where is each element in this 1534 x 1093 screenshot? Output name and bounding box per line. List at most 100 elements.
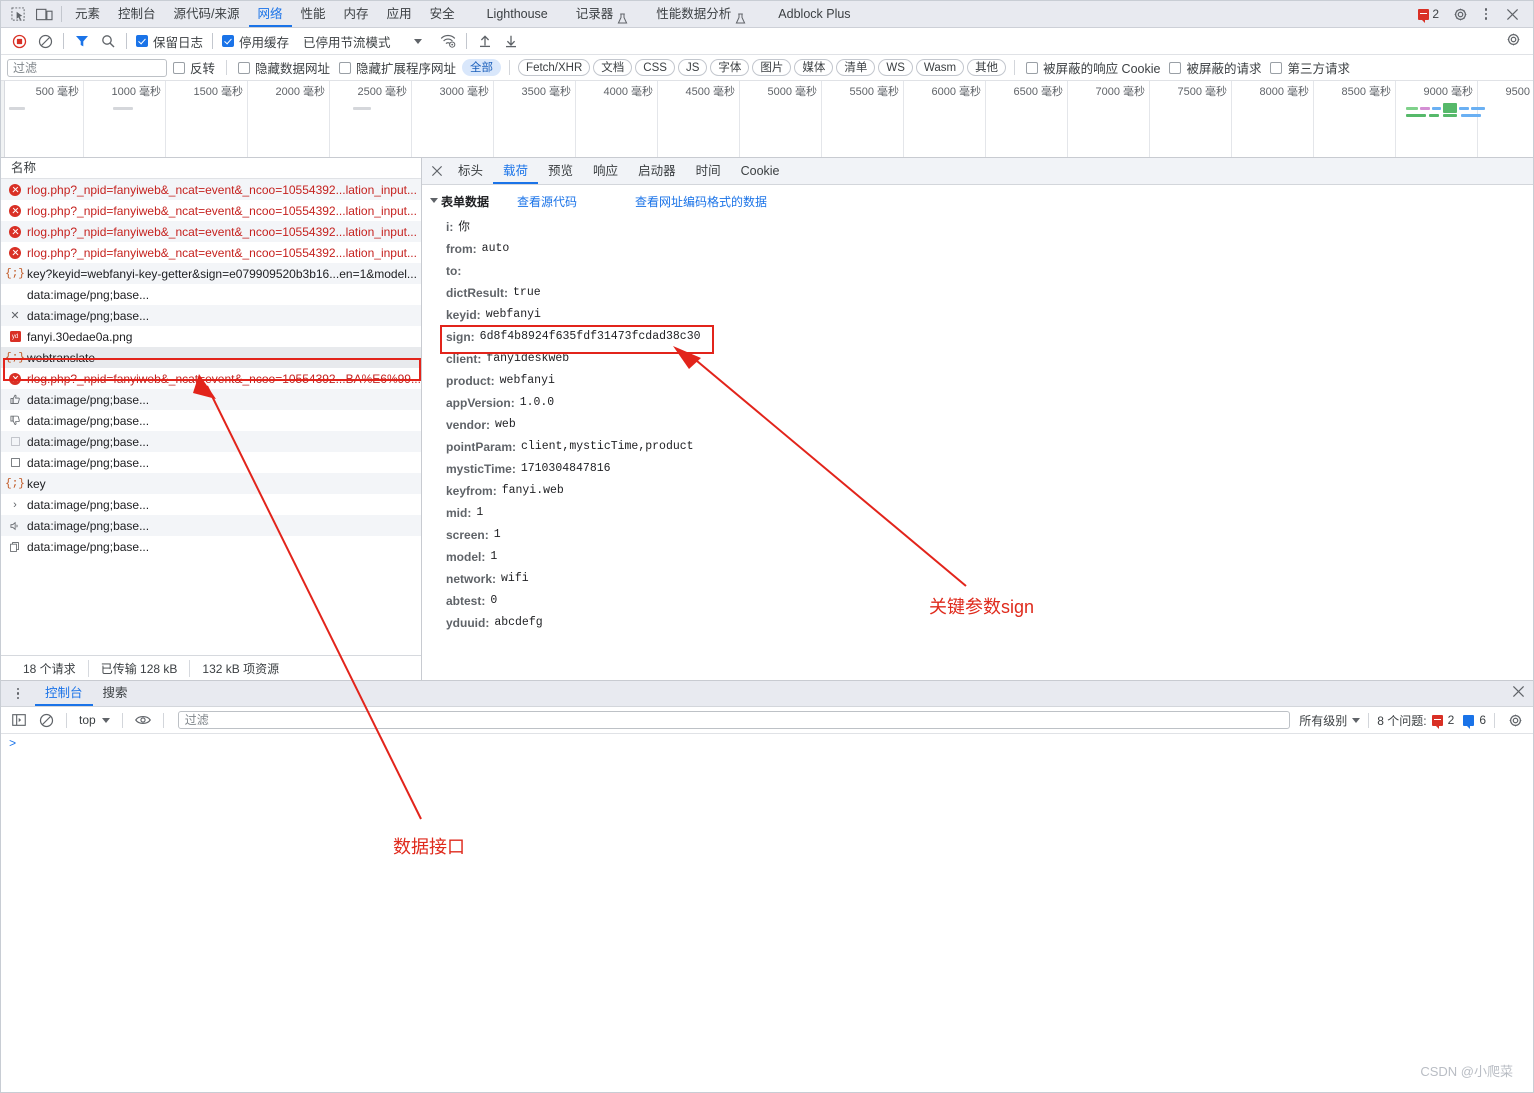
type-filter-js[interactable]: JS <box>677 59 708 76</box>
panel-tab-memory[interactable]: 内存 <box>335 1 378 27</box>
panel-tab-performance[interactable]: 性能 <box>292 1 335 27</box>
table-row[interactable]: data:image/png;base... <box>1 410 421 431</box>
request-column-header[interactable]: 名称 <box>1 158 421 179</box>
panel-tab-network[interactable]: 网络 <box>249 1 292 27</box>
device-toolbar-icon[interactable] <box>31 2 57 26</box>
panel-tab-sources[interactable]: 源代码/来源 <box>165 1 249 27</box>
table-row[interactable]: {;} key <box>1 473 421 494</box>
tab-headers[interactable]: 标头 <box>448 159 493 184</box>
table-row[interactable]: {;} key?keyid=webfanyi-key-getter&sign=e… <box>1 263 421 284</box>
console-filter-input[interactable] <box>177 711 1291 729</box>
blocked-cookies-checkbox[interactable]: 被屏蔽的响应 Cookie <box>1023 58 1163 77</box>
chevron-down-icon[interactable] <box>413 38 422 44</box>
issues-summary[interactable]: 8 个问题: 2 6 <box>1377 712 1486 729</box>
table-row[interactable]: ✕ data:image/png;base... <box>1 305 421 326</box>
toolbar-divider <box>212 33 214 49</box>
panel-tab-console[interactable]: 控制台 <box>109 1 165 27</box>
table-row[interactable]: rlog.php?_npid=fanyiweb&_ncat=event&_nco… <box>1 368 421 389</box>
table-row[interactable]: yd fanyi.30edae0a.png <box>1 326 421 347</box>
close-drawer-icon[interactable] <box>1512 685 1525 702</box>
table-row[interactable]: rlog.php?_npid=fanyiweb&_ncat=event&_nco… <box>1 179 421 200</box>
hide-data-urls-checkbox[interactable]: 隐藏数据网址 <box>235 58 333 77</box>
import-har-icon[interactable] <box>473 30 497 52</box>
form-key: abtest: <box>446 594 486 608</box>
blocked-requests-checkbox[interactable]: 被屏蔽的请求 <box>1166 58 1264 77</box>
gear-icon[interactable] <box>1447 2 1473 26</box>
table-row[interactable]: data:image/png;base... <box>1 452 421 473</box>
chevron-down-icon[interactable] <box>430 198 438 207</box>
table-row[interactable]: rlog.php?_npid=fanyiweb&_ncat=event&_nco… <box>1 242 421 263</box>
panel-tab-application[interactable]: 应用 <box>378 1 421 27</box>
execution-context-select[interactable]: top <box>75 713 114 727</box>
filter-input[interactable] <box>7 58 167 77</box>
tab-payload[interactable]: 载荷 <box>493 159 538 184</box>
type-filter-ws[interactable]: WS <box>878 59 913 76</box>
type-filter-fetch-xhr[interactable]: Fetch/XHR <box>518 59 591 76</box>
view-url-encoded-link[interactable]: 查看网址编码格式的数据 <box>635 193 767 210</box>
console-sidebar-icon[interactable] <box>7 709 31 731</box>
table-row[interactable]: data:image/png;base... <box>1 515 421 536</box>
export-har-icon[interactable] <box>499 30 523 52</box>
type-filter-media[interactable]: 媒体 <box>794 59 834 76</box>
table-row[interactable]: data:image/png;base... <box>1 284 421 305</box>
third-party-checkbox[interactable]: 第三方请求 <box>1267 58 1353 77</box>
panel-tab-elements[interactable]: 元素 <box>66 1 109 27</box>
table-row[interactable]: data:image/png;base... <box>1 536 421 557</box>
thumbs-down-icon <box>7 414 23 428</box>
tab-cookies[interactable]: Cookie <box>731 159 790 184</box>
table-row[interactable]: › data:image/png;base... <box>1 494 421 515</box>
form-value: wifi <box>501 572 529 585</box>
type-filter-manifest[interactable]: 清单 <box>836 59 876 76</box>
tab-timing[interactable]: 时间 <box>686 159 731 184</box>
console-output[interactable]: > <box>1 734 1533 1037</box>
kebab-menu-icon[interactable] <box>1475 3 1497 25</box>
type-filter-doc[interactable]: 文档 <box>593 59 633 76</box>
drawer-tab-search[interactable]: 搜索 <box>93 681 138 706</box>
type-filter-css[interactable]: CSS <box>635 59 675 76</box>
close-detail-icon[interactable] <box>426 160 448 182</box>
tab-initiator[interactable]: 启动器 <box>628 159 686 184</box>
panel-tab-adblock-plus[interactable]: Adblock Plus <box>769 1 859 27</box>
panel-tab-lighthouse[interactable]: Lighthouse <box>478 1 557 27</box>
search-icon[interactable] <box>96 30 120 52</box>
console-settings-gear-icon[interactable] <box>1503 709 1527 731</box>
panel-tab-performance-insights[interactable]: 性能数据分析 <box>647 1 755 27</box>
type-filter-wasm[interactable]: Wasm <box>915 59 965 76</box>
table-row-webtranslate[interactable]: {;} webtranslate <box>1 347 421 368</box>
network-conditions-icon[interactable] <box>436 30 460 52</box>
tab-response[interactable]: 响应 <box>583 159 628 184</box>
kebab-menu-icon[interactable] <box>7 683 29 705</box>
close-icon[interactable] <box>1499 2 1525 26</box>
type-filter-img[interactable]: 图片 <box>752 59 792 76</box>
table-row[interactable]: rlog.php?_npid=fanyiweb&_ncat=event&_nco… <box>1 221 421 242</box>
disable-cache-checkbox[interactable]: 停用缓存 <box>219 32 292 51</box>
type-filter-all[interactable]: 全部 <box>462 59 502 76</box>
record-button[interactable] <box>7 30 31 52</box>
panel-tab-security[interactable]: 安全 <box>421 1 464 27</box>
type-filter-other[interactable]: 其他 <box>967 59 1007 76</box>
clear-button[interactable] <box>33 30 57 52</box>
log-level-select[interactable]: 所有级别 <box>1299 712 1361 729</box>
view-source-link[interactable]: 查看源代码 <box>517 193 577 210</box>
error-count-badge[interactable]: 2 <box>1418 7 1439 23</box>
inspect-element-icon[interactable] <box>5 2 31 26</box>
request-list[interactable]: rlog.php?_npid=fanyiweb&_ncat=event&_nco… <box>1 179 421 655</box>
network-settings-gear-icon[interactable] <box>1506 32 1527 50</box>
panel-tab-recorder[interactable]: 记录器 <box>567 1 638 27</box>
hide-extension-urls-checkbox[interactable]: 隐藏扩展程序网址 <box>336 58 459 77</box>
type-filter-font[interactable]: 字体 <box>710 59 750 76</box>
table-row[interactable]: data:image/png;base... <box>1 431 421 452</box>
throttling-select[interactable]: 已停用节流模式 <box>300 32 394 51</box>
live-expression-eye-icon[interactable] <box>131 709 155 731</box>
form-data-section-header[interactable]: 表单数据 查看源代码 查看网址编码格式的数据 <box>422 193 1533 210</box>
console-prompt[interactable]: > <box>1 734 1533 754</box>
table-row[interactable]: rlog.php?_npid=fanyiweb&_ncat=event&_nco… <box>1 200 421 221</box>
table-row[interactable]: data:image/png;base... <box>1 389 421 410</box>
clear-console-icon[interactable] <box>34 709 58 731</box>
preserve-log-checkbox[interactable]: 保留日志 <box>133 32 206 51</box>
filter-icon[interactable] <box>70 30 94 52</box>
drawer-tab-console[interactable]: 控制台 <box>35 681 93 706</box>
invert-checkbox[interactable]: 反转 <box>170 58 218 77</box>
tab-preview[interactable]: 预览 <box>538 159 583 184</box>
network-overview-timeline[interactable]: 500 毫秒 1000 毫秒 1500 毫秒 2000 毫秒 2500 毫秒 3… <box>1 81 1533 158</box>
